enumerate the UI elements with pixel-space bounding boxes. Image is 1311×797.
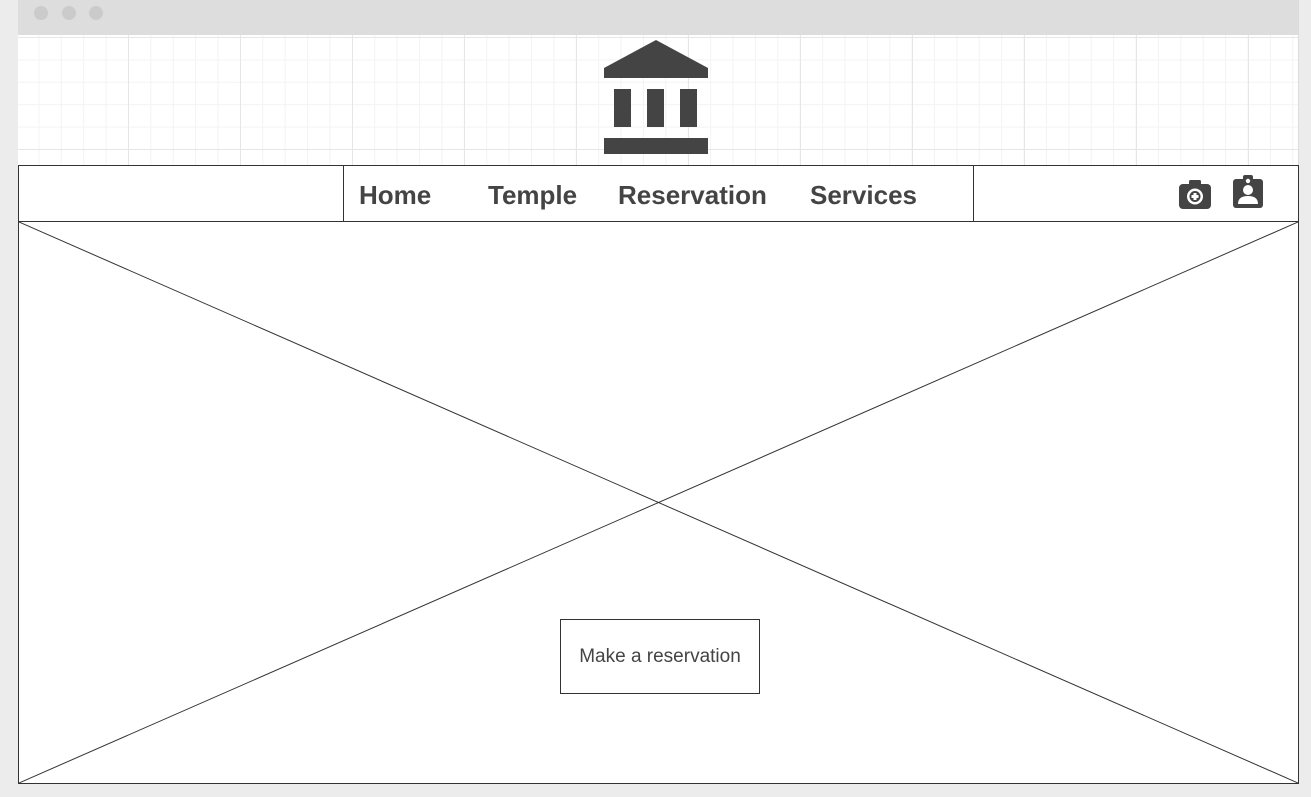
nav-item-reservation[interactable]: Reservation <box>618 180 767 210</box>
window-control-close[interactable] <box>34 6 48 20</box>
main-navigation: Home Temple Reservation Services <box>18 165 1299 222</box>
nav-item-temple[interactable]: Temple <box>488 180 577 210</box>
bank-building-icon[interactable] <box>603 40 709 156</box>
camera-icon[interactable] <box>1178 178 1212 210</box>
id-badge-icon[interactable] <box>1232 175 1264 209</box>
nav-item-services[interactable]: Services <box>810 180 917 210</box>
nav-divider-right <box>973 166 974 221</box>
image-placeholder-cross <box>19 222 1298 783</box>
window-control-minimize[interactable] <box>62 6 76 20</box>
make-reservation-button[interactable]: Make a reservation <box>560 619 760 694</box>
site-header <box>18 35 1298 165</box>
window-control-maximize[interactable] <box>89 6 103 20</box>
hero-image-placeholder: Make a reservation <box>18 222 1299 784</box>
nav-divider-left <box>343 166 344 221</box>
window-titlebar <box>18 0 1298 35</box>
browser-window: Home Temple Reservation Services Make a … <box>18 0 1299 784</box>
nav-item-home[interactable]: Home <box>359 180 431 210</box>
